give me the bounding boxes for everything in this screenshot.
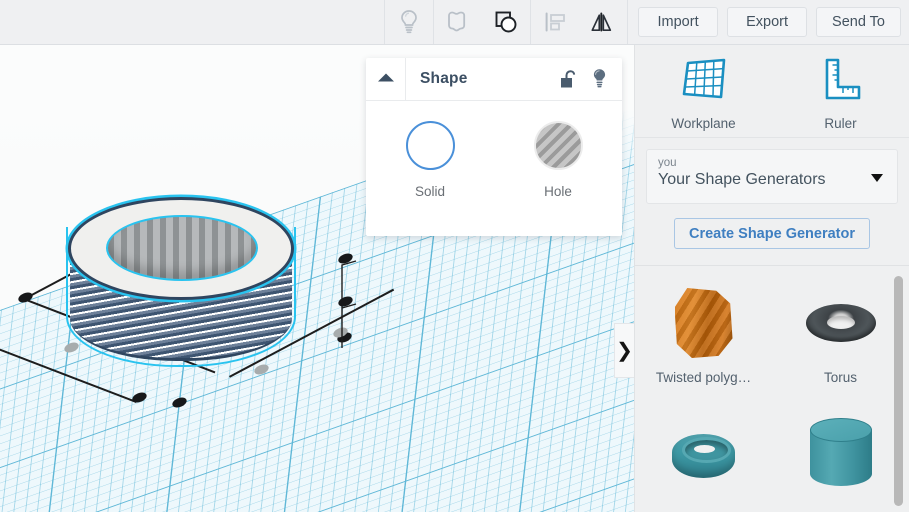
twisted-polygon-label: Twisted polyg… <box>655 370 752 385</box>
toolbar-left-spacer <box>0 0 385 44</box>
hole-option[interactable]: Hole <box>494 121 622 199</box>
export-button[interactable]: Export <box>727 7 808 37</box>
lightbulb-icon[interactable] <box>591 68 608 90</box>
unlock-icon[interactable] <box>560 69 577 89</box>
grid-icon <box>680 57 728 108</box>
shape-panel-body: Solid Hole <box>366 101 622 199</box>
solid-option[interactable]: Solid <box>366 121 494 199</box>
shape-torus[interactable]: Torus <box>772 280 909 391</box>
right-sidebar: Workplane Ruler you Your Shape Generator… <box>634 45 909 512</box>
lightbulb-icon <box>398 9 420 35</box>
shape-panel-icons <box>560 68 622 90</box>
tube-thumb-icon <box>672 413 735 499</box>
ruler-icon <box>819 57 863 108</box>
library-select-wrap: you Your Shape Generators <box>635 138 909 204</box>
cylinder-thumb-icon <box>809 413 872 499</box>
toolbar-divider-3 <box>627 0 628 44</box>
tinkercad-app: Import Export Send To ❯ Shape Solid Hole… <box>0 0 909 512</box>
shape-panel-title: Shape <box>420 70 468 87</box>
gallery-scrollbar[interactable] <box>894 276 903 506</box>
gallery-row: Twisted polyg… Torus <box>635 280 909 391</box>
lightbulb-icon-button[interactable] <box>385 0 433 44</box>
toolbar-icon-group <box>385 0 628 44</box>
torus-thumb-icon <box>805 280 876 366</box>
mirror-icon <box>589 9 617 35</box>
object-inner-hole <box>106 215 258 281</box>
shape-panel: Shape Solid Hole <box>366 58 622 236</box>
shape-twisted-polygon[interactable]: Twisted polyg… <box>635 280 772 391</box>
group-shapes-icon-button[interactable] <box>482 0 530 44</box>
align-icon <box>542 9 568 35</box>
create-generator-row: Create Shape Generator <box>635 204 909 265</box>
group-shapes-icon <box>492 8 520 36</box>
chevron-down-icon <box>871 174 883 182</box>
workplane-tool[interactable]: Workplane <box>635 57 772 131</box>
panel-expand-tab[interactable]: ❯ <box>614 323 634 378</box>
collapse-triangle-icon <box>377 70 395 88</box>
twisted-polygon-thumb-icon <box>674 280 733 366</box>
import-button[interactable]: Import <box>638 7 719 37</box>
blob-shape-icon <box>445 9 471 35</box>
solid-swatch-icon <box>405 121 455 170</box>
library-select-sublabel: you <box>658 157 677 169</box>
blob-shape-icon-button[interactable] <box>434 0 482 44</box>
align-icon-button[interactable] <box>531 0 579 44</box>
send-to-button[interactable]: Send To <box>816 7 901 37</box>
selected-3d-object[interactable] <box>62 197 300 387</box>
hole-label: Hole <box>544 184 572 199</box>
toolbar-actions: Import Export Send To <box>638 0 909 44</box>
shape-tube[interactable] <box>635 413 772 509</box>
ruler-label: Ruler <box>824 116 857 131</box>
shape-library-select[interactable]: you Your Shape Generators <box>646 149 898 204</box>
shape-panel-header: Shape <box>366 58 622 101</box>
library-select-value: Your Shape Generators <box>658 171 826 188</box>
torus-label: Torus <box>823 370 857 385</box>
solid-label: Solid <box>414 184 446 199</box>
hole-swatch-icon <box>533 121 583 170</box>
gallery-row <box>635 413 909 509</box>
ruler-tool[interactable]: Ruler <box>772 57 909 131</box>
shape-gallery[interactable]: Twisted polyg… Torus <box>635 266 909 512</box>
mirror-icon-button[interactable] <box>579 0 627 44</box>
workplane-label: Workplane <box>671 116 736 131</box>
create-shape-generator-button[interactable]: Create Shape Generator <box>673 218 870 249</box>
shape-panel-collapse-button[interactable] <box>366 58 406 100</box>
shape-cylinder[interactable] <box>772 413 909 509</box>
top-toolbar: Import Export Send To <box>0 0 909 45</box>
quick-tools: Workplane Ruler <box>635 45 909 138</box>
